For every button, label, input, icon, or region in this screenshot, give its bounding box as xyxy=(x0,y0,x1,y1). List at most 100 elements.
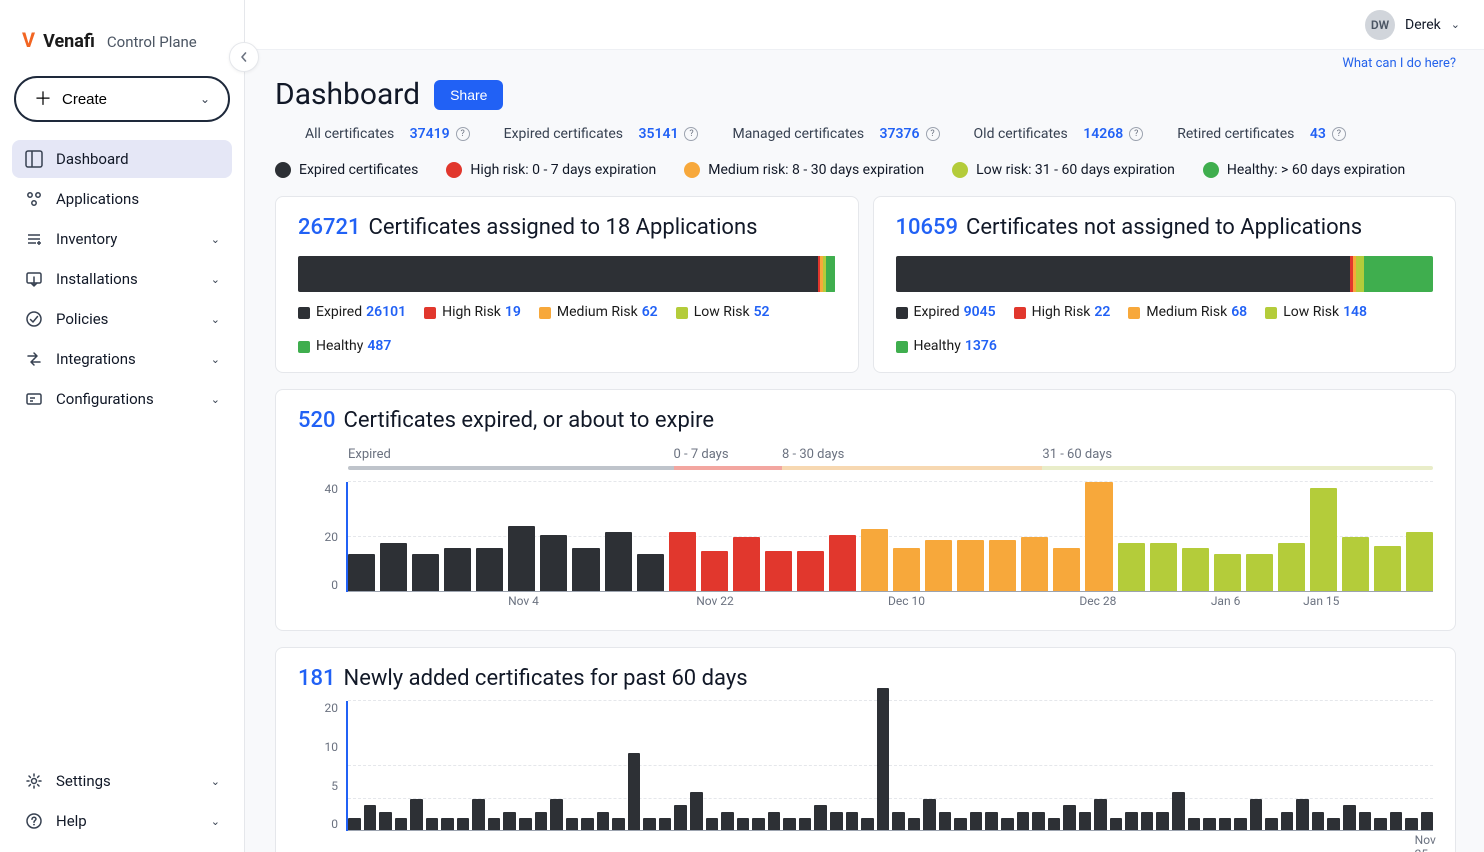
chart-bar[interactable] xyxy=(572,548,599,592)
sidebar-item-integrations[interactable]: Integrations ⌄ xyxy=(12,340,232,378)
chart-bar[interactable] xyxy=(597,812,610,832)
stack-seg-expired[interactable] xyxy=(896,256,1351,292)
chart-bar[interactable] xyxy=(892,812,905,832)
chart-bar[interactable] xyxy=(877,688,890,831)
chart-bar[interactable] xyxy=(1246,554,1273,593)
stack-seg-expired[interactable] xyxy=(298,256,818,292)
chart-bar[interactable] xyxy=(829,535,856,593)
chart-bar[interactable] xyxy=(503,812,516,832)
sidebar-item-applications[interactable]: Applications xyxy=(12,180,232,218)
what-can-i-do-link[interactable]: What can I do here? xyxy=(1342,56,1456,71)
chart-bar[interactable] xyxy=(535,812,548,832)
chart-bar[interactable] xyxy=(830,812,843,832)
chart-bar[interactable] xyxy=(701,551,728,592)
chart-bar[interactable] xyxy=(444,548,471,592)
chart-bar[interactable] xyxy=(1250,799,1263,832)
stat-old-certificates[interactable]: Old certificates 14268? xyxy=(974,126,1144,142)
stack-seg-healthy[interactable] xyxy=(1364,256,1433,292)
sidebar-item-settings[interactable]: Settings ⌄ xyxy=(12,762,232,800)
chart-bar[interactable] xyxy=(669,532,696,593)
stack-seg-healthy[interactable] xyxy=(826,256,836,292)
create-button[interactable]: ＋ Create ⌄ xyxy=(14,76,230,122)
chart-bar[interactable] xyxy=(410,799,423,832)
chart-bar[interactable] xyxy=(1374,546,1401,593)
chart-bar[interactable] xyxy=(1278,543,1305,593)
chart-bar[interactable] xyxy=(605,532,632,593)
user-name[interactable]: Derek xyxy=(1405,17,1441,33)
chart-bar[interactable] xyxy=(1021,537,1048,592)
chart-bar[interactable] xyxy=(1296,799,1309,832)
stat-expired-certificates[interactable]: Expired certificates 35141? xyxy=(504,126,699,142)
stack-seg-low[interactable] xyxy=(1356,256,1363,292)
chart-bar[interactable] xyxy=(1390,812,1403,832)
sidebar-item-configurations[interactable]: Configurations ⌄ xyxy=(12,380,232,418)
newly-added-bar-chart[interactable]: 201050 Nov 25 xyxy=(298,701,1433,851)
chart-bar[interactable] xyxy=(970,812,983,832)
chart-bar[interactable] xyxy=(925,540,952,592)
chart-bar[interactable] xyxy=(861,529,888,592)
chart-bar[interactable] xyxy=(1310,488,1337,593)
chart-bar[interactable] xyxy=(1182,548,1209,592)
unassigned-stacked-bar[interactable] xyxy=(896,256,1434,292)
chart-bar[interactable] xyxy=(1359,812,1372,832)
chart-bar[interactable] xyxy=(379,812,392,832)
chart-bar[interactable] xyxy=(939,812,952,832)
chart-bar[interactable] xyxy=(957,540,984,592)
chart-bar[interactable] xyxy=(1063,805,1076,831)
chart-bar[interactable] xyxy=(1094,799,1107,832)
chart-bar[interactable] xyxy=(690,792,703,831)
info-icon[interactable]: ? xyxy=(926,127,940,141)
chart-bar[interactable] xyxy=(364,805,377,831)
sidebar-item-help[interactable]: Help ⌄ xyxy=(12,802,232,840)
chart-bar[interactable] xyxy=(1172,792,1185,831)
chart-bar[interactable] xyxy=(1141,812,1154,832)
chart-bar[interactable] xyxy=(985,812,998,832)
chart-bar[interactable] xyxy=(1156,812,1169,832)
chart-bar[interactable] xyxy=(1421,812,1434,832)
info-icon[interactable]: ? xyxy=(1129,127,1143,141)
sidebar-item-inventory[interactable]: Inventory ⌄ xyxy=(12,220,232,258)
chart-bar[interactable] xyxy=(1079,812,1092,832)
chart-bar[interactable] xyxy=(628,753,641,831)
chart-bar[interactable] xyxy=(508,526,535,592)
chart-bar[interactable] xyxy=(1150,543,1177,593)
stat-managed-certificates[interactable]: Managed certificates 37376? xyxy=(732,126,939,142)
stat-all-certificates[interactable]: All certificates 37419? xyxy=(305,126,470,142)
chart-bar[interactable] xyxy=(1125,812,1138,832)
user-avatar[interactable]: DW xyxy=(1365,10,1395,40)
chart-bar[interactable] xyxy=(1085,482,1112,592)
chart-bar[interactable] xyxy=(989,540,1016,592)
chart-bar[interactable] xyxy=(550,799,563,832)
chart-bar[interactable] xyxy=(765,551,792,592)
chart-bar[interactable] xyxy=(1342,537,1369,592)
chart-bar[interactable] xyxy=(1406,532,1433,593)
sidebar-item-dashboard[interactable]: Dashboard xyxy=(12,140,232,178)
expiring-bar-chart[interactable]: 40200 Nov 4Nov 22Dec 10Dec 28Jan 6Jan 15 xyxy=(298,482,1433,612)
info-icon[interactable]: ? xyxy=(684,127,698,141)
chart-bar[interactable] xyxy=(721,812,734,832)
info-icon[interactable]: ? xyxy=(1332,127,1346,141)
chart-bar[interactable] xyxy=(797,551,824,592)
chart-bar[interactable] xyxy=(472,799,485,832)
chart-bar[interactable] xyxy=(674,805,687,831)
chart-bar[interactable] xyxy=(733,537,760,592)
chart-bar[interactable] xyxy=(923,799,936,832)
assigned-stacked-bar[interactable] xyxy=(298,256,836,292)
chart-bar[interactable] xyxy=(348,554,375,593)
chart-bar[interactable] xyxy=(1032,812,1045,832)
share-button[interactable]: Share xyxy=(434,80,503,110)
chart-bar[interactable] xyxy=(1214,554,1241,593)
chart-bar[interactable] xyxy=(476,548,503,592)
info-icon[interactable]: ? xyxy=(456,127,470,141)
chart-bar[interactable] xyxy=(412,554,439,593)
sidebar-item-installations[interactable]: Installations ⌄ xyxy=(12,260,232,298)
chart-bar[interactable] xyxy=(814,805,827,831)
chart-bar[interactable] xyxy=(1343,805,1356,831)
chart-bar[interactable] xyxy=(380,543,407,593)
chart-bar[interactable] xyxy=(1118,543,1145,593)
chart-bar[interactable] xyxy=(846,812,859,832)
chart-bar[interactable] xyxy=(893,548,920,592)
chart-bar[interactable] xyxy=(1017,812,1030,832)
chart-bar[interactable] xyxy=(540,535,567,593)
chart-bar[interactable] xyxy=(1281,812,1294,832)
